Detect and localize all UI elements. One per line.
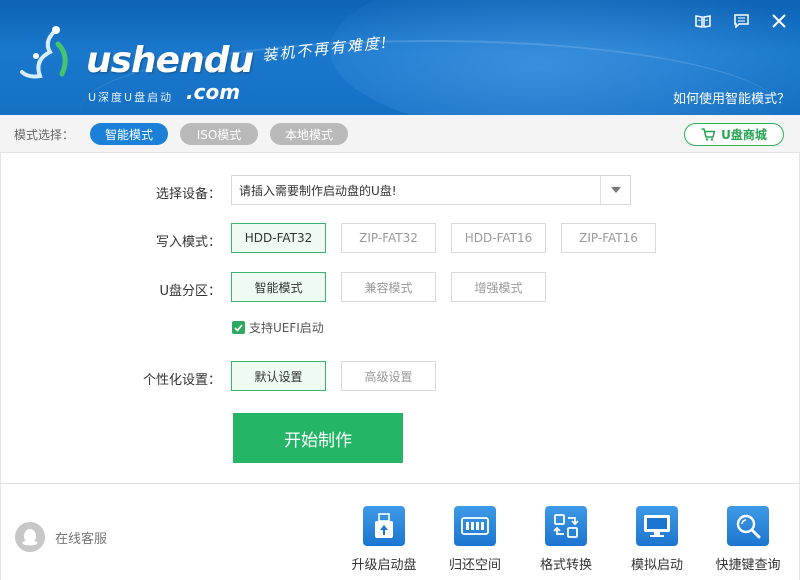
partition-compatible-option[interactable]: 兼容模式 bbox=[341, 272, 436, 302]
footer-toolbar: 在线客服 升级启动盘 归还空间 格式转换 模拟启动 快捷键查询 bbox=[0, 483, 800, 580]
partition-smart-option[interactable]: 智能模式 bbox=[231, 272, 326, 302]
app-header: ushendu U深度U盘启动 .com 装机不再有难度! 如何使用智能模式？ bbox=[0, 0, 800, 115]
personal-label: 个性化设置： bbox=[142, 373, 221, 388]
chat-penguin-icon bbox=[15, 522, 45, 552]
device-label: 选择设备： bbox=[155, 187, 221, 202]
personal-default-option[interactable]: 默认设置 bbox=[231, 361, 326, 391]
format-convert-icon bbox=[545, 506, 587, 546]
usb-shop-label: U盘商城 bbox=[721, 128, 767, 142]
partition-enhanced-option[interactable]: 增强模式 bbox=[451, 272, 546, 302]
uefi-label: 支持UEFI启动 bbox=[249, 321, 324, 335]
format-convert-label: 格式转换 bbox=[539, 558, 592, 573]
hotkey-search-label: 快捷键查询 bbox=[715, 558, 781, 573]
restore-space-button[interactable]: 归还空间 bbox=[430, 506, 520, 573]
format-convert-button[interactable]: 格式转换 bbox=[521, 506, 611, 573]
partition-label: U盘分区： bbox=[159, 284, 221, 299]
hotkey-search-button[interactable]: 快捷键查询 bbox=[703, 506, 793, 573]
close-icon[interactable] bbox=[770, 12, 788, 30]
logo-subtitle: U深度U盘启动 bbox=[88, 91, 174, 104]
mode-bar: 模式选择： 智能模式 ISO模式 本地模式 U盘商城 bbox=[0, 115, 800, 153]
help-link[interactable]: 如何使用智能模式？ bbox=[673, 88, 790, 107]
write-hdd-fat16-option[interactable]: HDD-FAT16 bbox=[451, 223, 546, 253]
uefi-checkbox[interactable]: 支持UEFI启动 bbox=[232, 319, 324, 336]
simulate-boot-label: 模拟启动 bbox=[630, 558, 683, 573]
upgrade-boot-disk-button[interactable]: 升级启动盘 bbox=[339, 506, 429, 573]
write-hdd-fat32-option[interactable]: HDD-FAT32 bbox=[231, 223, 326, 253]
device-select-value: 请插入需要制作启动盘的U盘! bbox=[239, 183, 397, 198]
mode-local-button[interactable]: 本地模式 bbox=[270, 123, 348, 145]
logo-mark-icon bbox=[20, 26, 68, 79]
message-icon[interactable] bbox=[732, 12, 750, 30]
main-panel: 选择设备： 请插入需要制作启动盘的U盘! 写入模式： HDD-FAT32 ZIP… bbox=[0, 153, 800, 483]
mode-smart-button[interactable]: 智能模式 bbox=[90, 123, 168, 145]
upgrade-usb-icon bbox=[363, 506, 405, 546]
logo: ushendu U深度U盘启动 .com bbox=[14, 22, 254, 104]
mode-label: 模式选择： bbox=[14, 128, 75, 142]
restore-space-icon bbox=[454, 506, 496, 546]
chevron-down-icon[interactable] bbox=[600, 176, 630, 204]
book-icon[interactable] bbox=[694, 12, 712, 30]
restore-space-label: 归还空间 bbox=[448, 558, 501, 573]
usb-shop-button[interactable]: U盘商城 bbox=[684, 123, 784, 146]
logo-domain: .com bbox=[186, 80, 241, 104]
personal-advanced-option[interactable]: 高级设置 bbox=[341, 361, 436, 391]
window-controls bbox=[694, 12, 788, 30]
hotkey-search-icon bbox=[727, 506, 769, 546]
write-zip-fat32-option[interactable]: ZIP-FAT32 bbox=[341, 223, 436, 253]
upgrade-boot-disk-label: 升级启动盘 bbox=[351, 558, 417, 573]
write-zip-fat16-option[interactable]: ZIP-FAT16 bbox=[561, 223, 656, 253]
simulate-boot-button[interactable]: 模拟启动 bbox=[612, 506, 702, 573]
start-button[interactable]: 开始制作 bbox=[233, 413, 403, 463]
write-mode-label: 写入模式： bbox=[155, 235, 221, 250]
device-select[interactable]: 请插入需要制作启动盘的U盘! bbox=[231, 175, 631, 205]
cart-icon bbox=[701, 128, 716, 141]
simulate-boot-icon bbox=[636, 506, 678, 546]
online-service-label: 在线客服 bbox=[55, 531, 108, 547]
mode-iso-button[interactable]: ISO模式 bbox=[180, 123, 258, 145]
checkmark-icon bbox=[232, 321, 245, 334]
logo-text: ushendu bbox=[86, 40, 254, 81]
online-service-button[interactable]: 在线客服 bbox=[15, 522, 107, 552]
